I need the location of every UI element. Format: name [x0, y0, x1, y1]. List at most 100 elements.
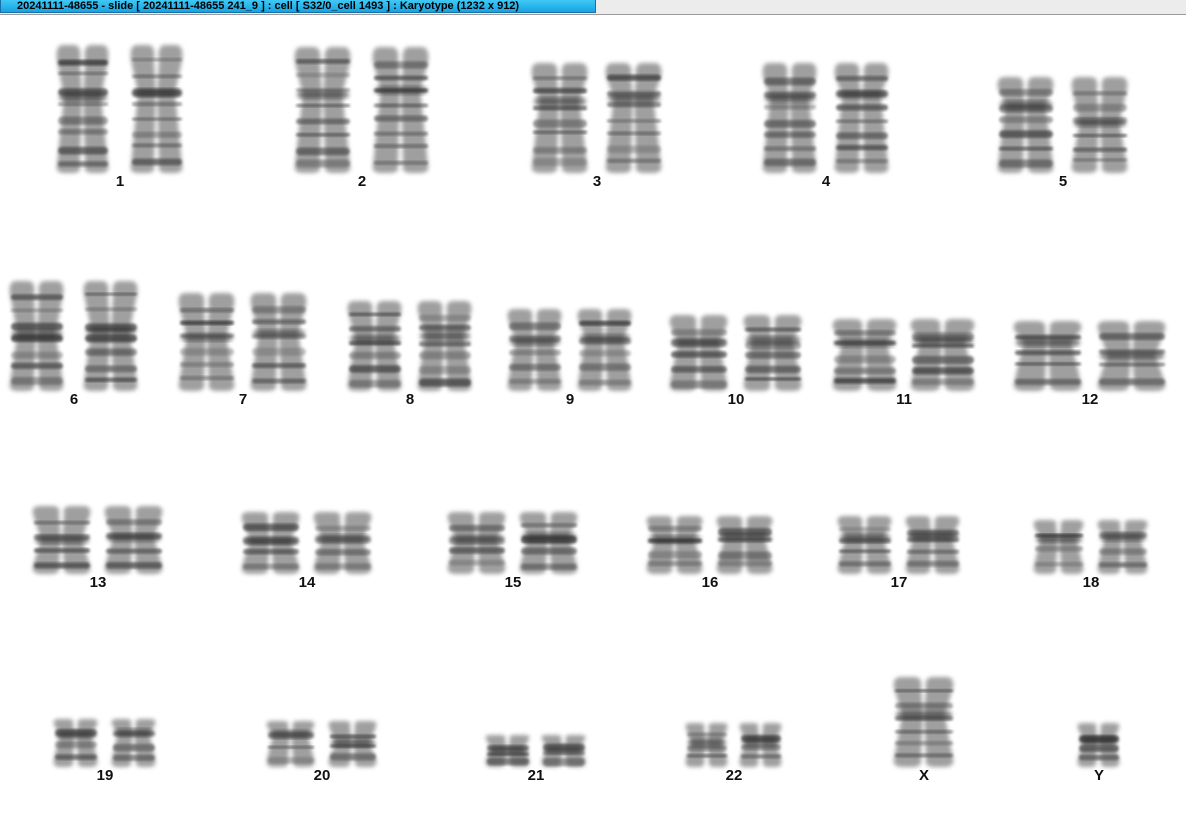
chromosome-pair-17[interactable] — [836, 516, 962, 574]
chromosome-pair-6[interactable] — [8, 281, 140, 391]
chromosome-4-2[interactable] — [834, 63, 889, 173]
chromosome-pair-18[interactable] — [1032, 520, 1150, 574]
chromosome-13-1[interactable] — [32, 506, 91, 574]
chromosome-7-2[interactable] — [250, 293, 307, 391]
chromosome-13-2[interactable] — [104, 506, 163, 574]
chromosome-17-1[interactable] — [837, 516, 892, 574]
chromosome-18-1[interactable] — [1033, 520, 1084, 574]
chromosome-pair-graphic — [485, 735, 586, 767]
chromosome-pair-graphic — [53, 719, 156, 767]
chromosome-19-2[interactable] — [111, 719, 156, 767]
chromosome-8-1[interactable] — [347, 301, 402, 391]
chromosome-5-1[interactable] — [997, 77, 1054, 173]
chromosome-band — [252, 306, 306, 314]
chromosome-band — [509, 363, 561, 371]
chromosome-14-2[interactable] — [313, 512, 372, 574]
chromosome-7-1[interactable] — [178, 293, 235, 391]
chromosome-pair-Y[interactable] — [1076, 723, 1122, 767]
chromosome-band — [1073, 147, 1127, 152]
chromosome-pair-7[interactable] — [177, 293, 309, 391]
chromosome-pair-9[interactable] — [506, 309, 634, 391]
chromosome-3-1[interactable] — [531, 63, 588, 173]
chromosome-band — [296, 72, 350, 78]
chromosome-12-1[interactable] — [1013, 321, 1082, 391]
chromosome-2-2[interactable] — [372, 47, 429, 173]
chromosome-pair-13[interactable] — [31, 506, 165, 574]
chromosome-22-1[interactable] — [685, 723, 728, 767]
chromosome-9-2[interactable] — [577, 309, 632, 391]
chromosome-16-2[interactable] — [716, 516, 773, 574]
chromosome-band — [132, 143, 182, 148]
chromosome-band — [1079, 744, 1119, 752]
chromosome-2-1[interactable] — [294, 47, 351, 173]
chromosome-band — [1073, 103, 1127, 112]
chromosome-band — [839, 561, 891, 567]
chromosome-11-2[interactable] — [910, 319, 975, 391]
chromosome-band — [533, 146, 587, 154]
chromosome-pair-16[interactable] — [645, 516, 775, 574]
chromosome-pair-3[interactable] — [530, 63, 664, 173]
chromosome-14-1[interactable] — [241, 512, 300, 574]
chromosome-band — [296, 159, 350, 168]
chromosome-pair-21[interactable] — [484, 735, 588, 767]
window-titlebar: 20241111-48655 - slide [ 20241111-48655 … — [0, 0, 1186, 15]
chromosome-pair-12[interactable] — [1012, 321, 1168, 391]
chromosome-pair-4[interactable] — [761, 63, 891, 173]
chromosome-5-2[interactable] — [1071, 77, 1128, 173]
chromosome-10-2[interactable] — [743, 315, 802, 391]
chromosome-4-1[interactable] — [762, 63, 817, 173]
chromosome-8-2[interactable] — [417, 301, 472, 391]
chromosome-band — [419, 366, 471, 374]
chromosome-X-1[interactable] — [893, 677, 954, 767]
chromosome-20-2[interactable] — [328, 721, 377, 767]
chromosome-pair-X[interactable] — [892, 677, 956, 767]
chromosome-pair-5[interactable] — [996, 77, 1130, 173]
chromosome-band — [895, 689, 953, 693]
chromosome-15-2[interactable] — [519, 512, 578, 574]
chromosome-band — [58, 129, 108, 135]
chromosome-pair-8[interactable] — [346, 301, 474, 391]
chromosome-18-2[interactable] — [1097, 520, 1148, 574]
chromosome-band — [1099, 548, 1147, 555]
chromosome-band — [687, 754, 727, 758]
chromosome-pair-15[interactable] — [446, 512, 580, 574]
chromosome-band — [533, 130, 587, 134]
chromosome-band — [607, 158, 661, 163]
chromosome-1-1[interactable] — [56, 45, 109, 173]
chromosome-22-2[interactable] — [739, 723, 782, 767]
window-title[interactable]: 20241111-48655 - slide [ 20241111-48655 … — [0, 0, 596, 13]
chromosome-band — [58, 146, 108, 155]
chromosome-band — [648, 560, 702, 567]
chromosome-21-1[interactable] — [485, 735, 530, 767]
chromosome-17-2[interactable] — [905, 516, 960, 574]
chromosome-pair-2[interactable] — [293, 47, 431, 173]
chromosome-10-1[interactable] — [669, 315, 728, 391]
chromosome-6-1[interactable] — [9, 281, 64, 391]
chromosome-band — [132, 74, 182, 79]
chromosome-band — [296, 118, 350, 125]
chromosome-pair-19[interactable] — [52, 719, 158, 767]
chromosome-9-1[interactable] — [507, 309, 562, 391]
chromosome-20-1[interactable] — [266, 721, 315, 767]
chromosome-pair-22[interactable] — [684, 723, 784, 767]
chromosome-16-1[interactable] — [646, 516, 703, 574]
chromosome-pair-11[interactable] — [831, 319, 977, 391]
chromosome-6-2[interactable] — [83, 281, 138, 391]
chromosome-pair-10[interactable] — [668, 315, 804, 391]
chromosome-Y-1[interactable] — [1077, 723, 1120, 767]
centromere — [450, 535, 504, 544]
chromosome-21-2[interactable] — [541, 735, 586, 767]
chromosome-pair-1[interactable] — [55, 45, 185, 173]
chromosome-11-1[interactable] — [832, 319, 897, 391]
chromosome-pair-14[interactable] — [240, 512, 374, 574]
chromosome-pair-20[interactable] — [265, 721, 379, 767]
chromosome-3-2[interactable] — [605, 63, 662, 173]
chromosome-pair-graphic — [1013, 321, 1166, 391]
chromosome-19-1[interactable] — [53, 719, 98, 767]
chromosome-15-1[interactable] — [447, 512, 506, 574]
chromosome-label: 13 — [89, 574, 107, 591]
chromosome-12-2[interactable] — [1097, 321, 1166, 391]
chromosome-band — [533, 88, 587, 94]
chromosome-1-2[interactable] — [130, 45, 183, 173]
chromosome-band — [296, 59, 350, 64]
